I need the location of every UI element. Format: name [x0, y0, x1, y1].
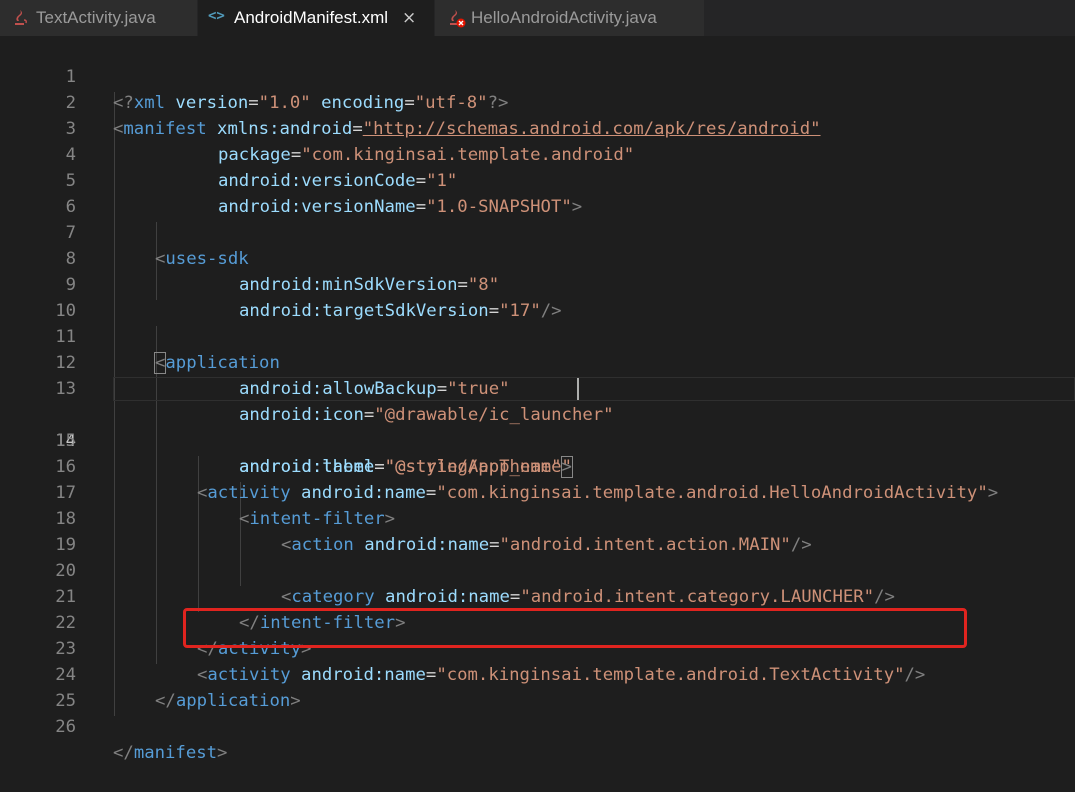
code-line: 16 <activity android:name="com.kinginsai…	[0, 428, 1075, 503]
current-line-highlight	[113, 377, 1075, 401]
code-line: 11 <application	[0, 298, 1075, 374]
code-line: 6	[0, 168, 1075, 217]
tab-androidmanifest-xml[interactable]: <> AndroidManifest.xml ×	[198, 0, 435, 36]
tab-bar: TextActivity.java <> AndroidManifest.xml…	[0, 0, 1075, 36]
code-line: 4 android:versionCode="1"	[0, 116, 1075, 191]
code-line: 20 <category android:name="android.inten…	[0, 532, 1075, 607]
code-line: 3 package="com.kinginsai.template.androi…	[0, 90, 1075, 165]
code-line: 21 </intent-filter>	[0, 558, 1075, 633]
code-line: 7 <uses-sdk	[0, 194, 1075, 269]
code-line-current: 14 android:label="@string/app_name"	[0, 376, 1075, 477]
code-line: 1 <?xml version="1.0" encoding="utf-8"?>	[0, 38, 1075, 113]
code-line: 25	[0, 662, 1075, 711]
tab-label: HelloAndroidActivity.java	[471, 8, 657, 27]
code-line: 26 </manifest>	[0, 688, 1075, 763]
code-line: 9 android:targetSdkVersion="17"/>	[0, 246, 1075, 321]
code-line: 5 android:versionName="1.0-SNAPSHOT">	[0, 142, 1075, 217]
code-line: 8 android:minSdkVersion="8"	[0, 220, 1075, 295]
line-number: 26	[55, 717, 76, 737]
tab-label: TextActivity.java	[36, 8, 156, 27]
close-icon[interactable]: ×	[402, 8, 416, 28]
java-error-icon	[445, 8, 467, 28]
xml-icon: <>	[208, 8, 225, 24]
code-line: 13 android:icon="@drawable/ic_launcher"	[0, 350, 1075, 425]
code-line: 22 </activity>	[0, 584, 1075, 659]
code-line: 18 <action android:name="android.intent.…	[0, 480, 1075, 555]
code-line: 17 <intent-filter>	[0, 454, 1075, 529]
code-line: 19	[0, 506, 1075, 555]
tab-label: AndroidManifest.xml	[234, 8, 389, 27]
code-line: 2 <manifest xmlns:android="http://schema…	[0, 64, 1075, 139]
code-line: 15 android:theme="@style/AppTheme">	[0, 402, 1075, 478]
java-icon	[10, 8, 32, 28]
code-line: 12 android:allowBackup="true"	[0, 324, 1075, 399]
code-line: 10	[0, 272, 1075, 321]
code-editor[interactable]: 1 <?xml version="1.0" encoding="utf-8"?>…	[0, 36, 1075, 763]
tab-textactivity-java[interactable]: TextActivity.java	[0, 0, 198, 36]
tab-helloandroidactivity-java[interactable]: HelloAndroidActivity.java	[435, 0, 705, 36]
text-cursor	[577, 378, 579, 400]
annotation-highlight-box	[183, 608, 967, 648]
